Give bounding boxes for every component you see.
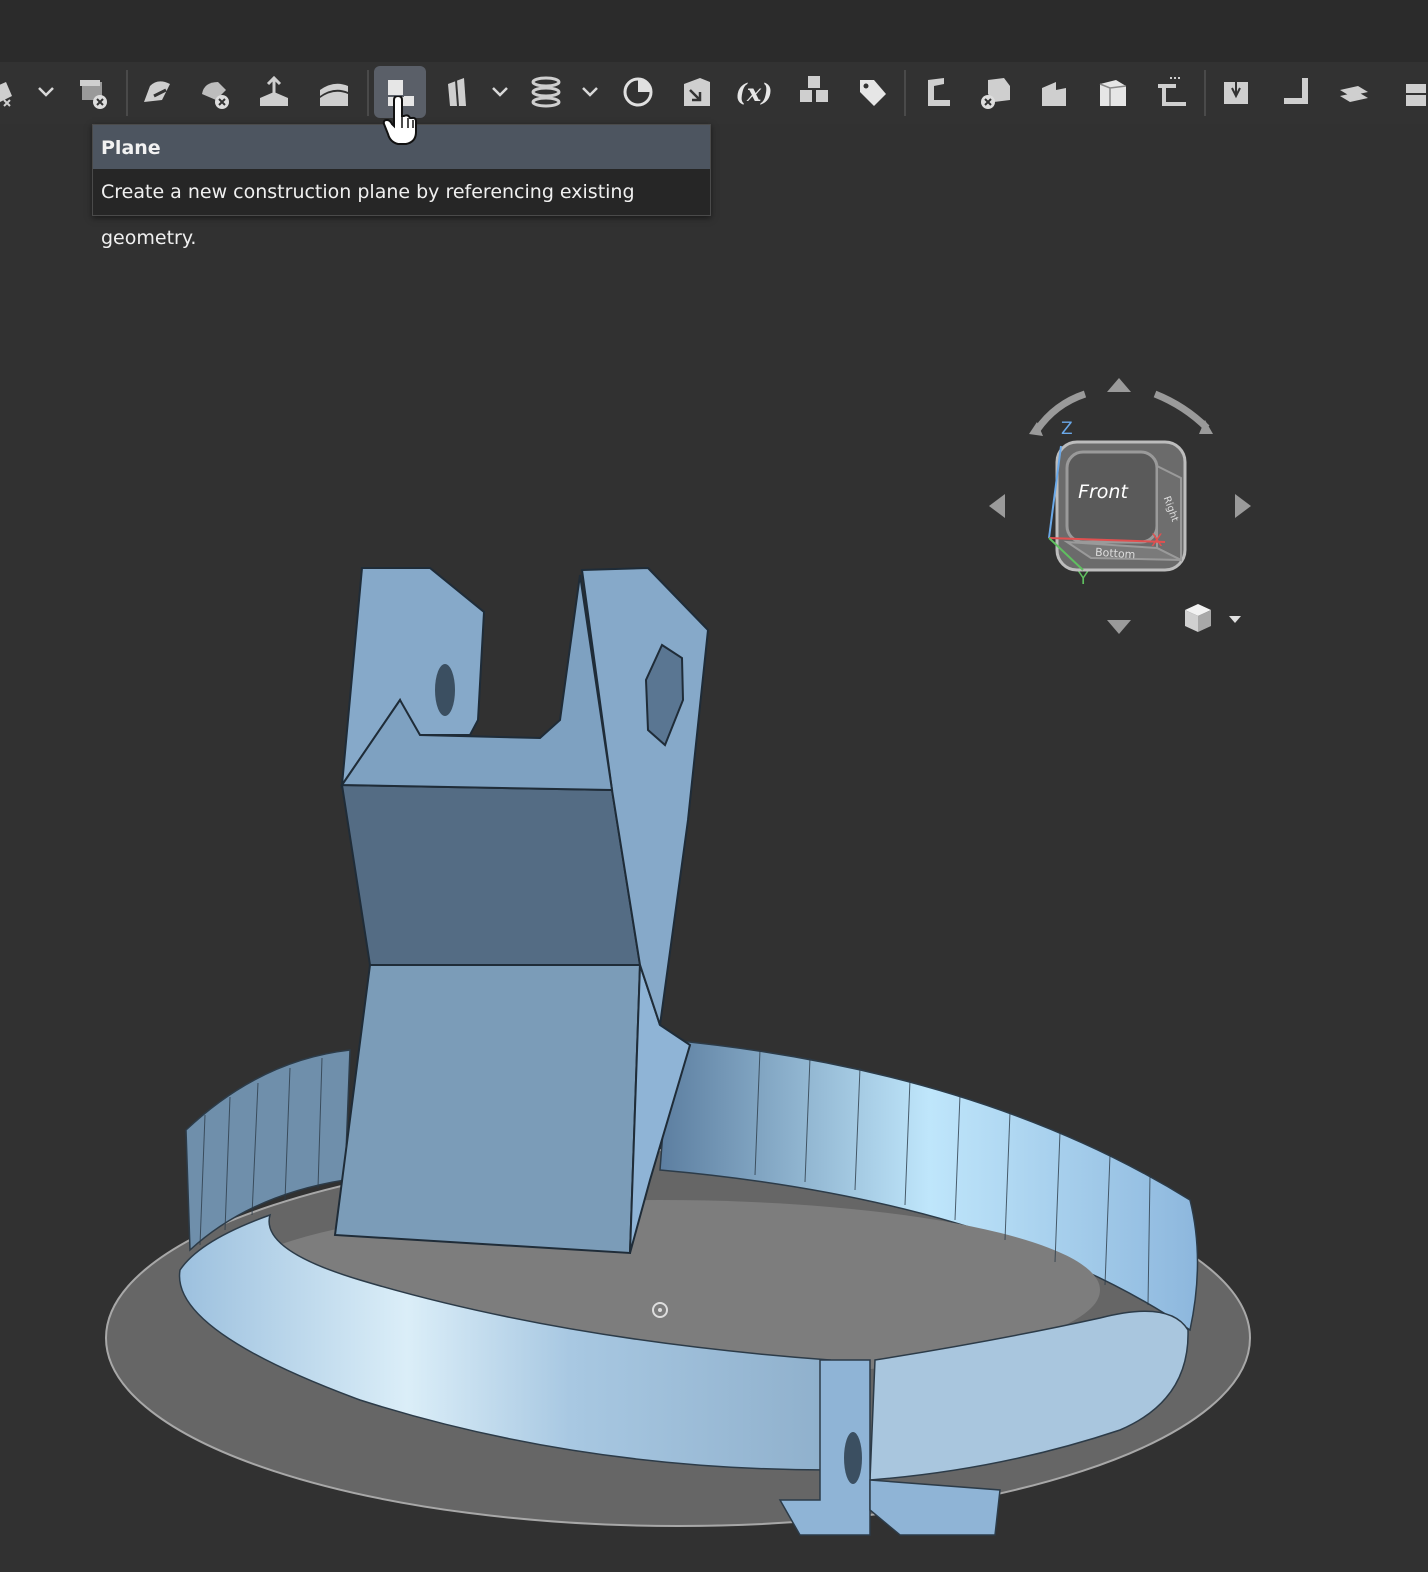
rotate-down-arrow-icon[interactable]	[1107, 620, 1131, 634]
hand-cursor-icon	[382, 96, 417, 145]
post-hole[interactable]	[435, 664, 455, 716]
view-options-cube-icon[interactable]	[1185, 604, 1211, 632]
view-cube[interactable]: Front Right Bottom Z X Y	[985, 370, 1260, 650]
roll-right-arrow-icon[interactable]	[1153, 390, 1210, 431]
post-lower-front[interactable]	[333, 964, 642, 1255]
rotate-up-arrow-icon[interactable]	[1107, 378, 1131, 392]
rotate-right-arrow-icon[interactable]	[1235, 494, 1251, 518]
post-middle-front[interactable]	[340, 783, 642, 966]
view-cube-front-label: Front	[1078, 481, 1129, 503]
tooltip-description: Create a new construction plane by refer…	[101, 181, 635, 249]
clamp-tab[interactable]	[869, 1479, 1001, 1536]
axis-y-label: Y	[1077, 569, 1089, 589]
orientation-cube[interactable]: Front Right Bottom	[1055, 440, 1187, 572]
rotate-left-arrow-icon[interactable]	[989, 494, 1005, 518]
view-options-dropdown-icon[interactable]	[1229, 616, 1241, 623]
axis-z-label: Z	[1061, 419, 1073, 439]
axis-x-label: X	[1151, 531, 1163, 551]
